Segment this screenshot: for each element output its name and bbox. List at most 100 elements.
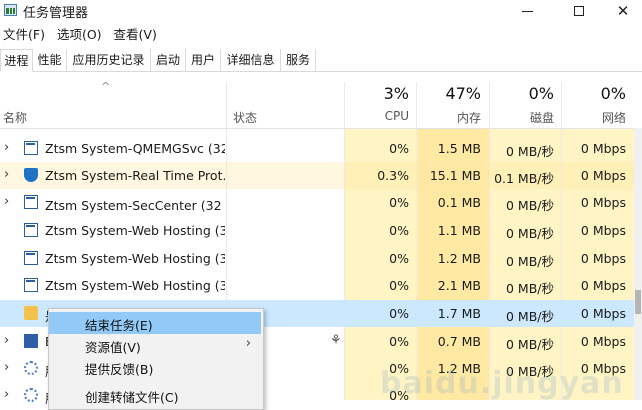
cpu-percent[interactable]: 3% (345, 84, 409, 103)
tab-performance[interactable]: 性能 (33, 49, 67, 71)
scrollbar-track[interactable] (634, 128, 642, 400)
folder-icon (24, 306, 38, 320)
process-name: Ztsm System-QMEMGSvc (32... (45, 141, 225, 156)
disk-value: 0 MB/秒 (506, 309, 554, 324)
memory-percent[interactable]: 47% (417, 84, 481, 103)
memory-value: 0.7 MB (437, 334, 481, 349)
context-menu-create-dump[interactable]: 创建转储文件(C) (49, 384, 261, 406)
process-row[interactable]: Ztsm System-Web Hosting (3... 0% 2.1 MB … (0, 272, 642, 299)
cpu-value: 0% (389, 251, 409, 266)
close-icon: ✕ (616, 2, 630, 20)
context-menu-label: 提供反馈(B) (85, 362, 154, 377)
network-value: 0 Mbps (580, 251, 626, 266)
cpu-value: 0% (389, 278, 409, 293)
expand-chevron-icon[interactable]: › (4, 140, 9, 155)
process-row[interactable]: › Ztsm System-Real Time Prot... 0.3% 15.… (0, 162, 642, 189)
cpu-value: 0% (389, 141, 409, 156)
tab-startup[interactable]: 启动 (151, 49, 186, 71)
network-value: 0 Mbps (580, 168, 626, 183)
disk-value: 0 MB/秒 (506, 337, 554, 352)
network-percent[interactable]: 0% (562, 84, 626, 103)
expand-chevron-icon[interactable]: › (4, 167, 9, 182)
memory-value: 1.1 MB (437, 223, 481, 238)
task-manager-app-icon (4, 4, 17, 16)
network-header[interactable]: 网络 (562, 109, 626, 126)
cpu-value: 0% (389, 223, 409, 238)
process-name: Ztsm System-Web Hosting (3... (45, 223, 225, 238)
cpu-value: 0% (389, 334, 409, 349)
context-menu-resource-values[interactable]: 资源值(V) › (49, 334, 261, 356)
column-name-header[interactable]: 名称 (3, 109, 27, 126)
minimize-button[interactable] (504, 0, 550, 22)
window-icon (24, 195, 38, 209)
network-value: 0 Mbps (580, 195, 626, 210)
menu-bar: 文件(F) 选项(O) 查看(V) (0, 24, 163, 46)
process-name: Ztsm System-SecCenter (32 位) (45, 198, 225, 213)
cpu-value: 0% (389, 306, 409, 321)
network-value: 0 Mbps (580, 334, 626, 349)
context-menu-label: 结束任务(E) (85, 318, 153, 333)
network-value: 0 Mbps (580, 278, 626, 293)
gear-icon (24, 361, 38, 375)
expand-chevron-icon[interactable]: › (4, 360, 9, 375)
network-value: 0 Mbps (580, 141, 626, 156)
watermark: baidu.jingyan (380, 366, 624, 401)
process-row[interactable]: › Ztsm System-SecCenter (32 位) 0% 0.1 MB… (0, 189, 642, 216)
menu-file[interactable]: 文件(F) (0, 24, 51, 46)
leaf-efficiency-icon: ⚘ (330, 333, 342, 348)
memory-value: 1.2 MB (437, 251, 481, 266)
play-icon (24, 334, 38, 348)
expand-chevron-icon[interactable]: › (4, 194, 9, 209)
menu-options[interactable]: 选项(O) (51, 24, 108, 46)
memory-value: 2.1 MB (437, 278, 481, 293)
memory-value: 15.1 MB (429, 168, 481, 183)
submenu-arrow-icon: › (245, 336, 251, 351)
close-button[interactable]: ✕ (600, 0, 642, 22)
window-icon (24, 251, 38, 265)
maximize-icon (574, 6, 584, 16)
process-row[interactable]: Ztsm System-Web Hosting (3... 0% 1.2 MB … (0, 245, 642, 272)
disk-percent[interactable]: 0% (490, 84, 554, 103)
scrollbar-thumb[interactable] (635, 290, 641, 314)
tab-users[interactable]: 用户 (186, 49, 221, 71)
context-menu-feedback[interactable]: 提供反馈(B) (49, 356, 261, 378)
process-row[interactable]: › Ztsm System-QMEMGSvc (32... 0% 1.5 MB … (0, 135, 642, 162)
context-menu-end-task[interactable]: 结束任务(E) (49, 312, 261, 334)
tab-bar: 进程 性能 应用历史记录 启动 用户 详细信息 服务 (0, 49, 642, 72)
tab-processes[interactable]: 进程 (0, 49, 33, 72)
tab-app-history[interactable]: 应用历史记录 (67, 49, 151, 71)
cpu-value: 0% (389, 195, 409, 210)
disk-value: 0 MB/秒 (506, 198, 554, 213)
memory-header[interactable]: 内存 (417, 109, 481, 126)
maximize-button[interactable] (556, 0, 602, 22)
disk-value: 0 MB/秒 (506, 226, 554, 241)
memory-value: 1.7 MB (437, 306, 481, 321)
cpu-value: 0.3% (377, 168, 409, 183)
process-row[interactable]: Ztsm System-Web Hosting (3... 0% 1.1 MB … (0, 217, 642, 244)
process-name: Ztsm System-Web Hosting (3... (45, 251, 225, 266)
expand-chevron-icon[interactable]: › (4, 333, 9, 348)
menu-view[interactable]: 查看(V) (108, 24, 163, 46)
disk-value: 0 MB/秒 (506, 144, 554, 159)
context-menu-label: 资源值(V) (85, 340, 141, 355)
minimize-icon (521, 10, 533, 12)
tab-details[interactable]: 详细信息 (221, 49, 281, 71)
cpu-header[interactable]: CPU (345, 109, 409, 123)
title-bar: 任务管理器 ✕ (0, 0, 642, 22)
context-menu: 结束任务(E) 资源值(V) › 提供反馈(B) 创建转储文件(C) (48, 308, 264, 410)
context-menu-label: 创建转储文件(C) (85, 390, 179, 405)
column-header: 名称 状态 3% CPU 47% 内存 0% 磁盘 0% 网络 (0, 80, 642, 129)
process-name: Ztsm System-Web Hosting (3... (45, 278, 225, 293)
memory-value: 0.1 MB (437, 195, 481, 210)
tab-services[interactable]: 服务 (281, 49, 316, 71)
disk-value: 0.1 MB/秒 (494, 171, 554, 186)
shield-icon (24, 168, 38, 182)
disk-value: 0 MB/秒 (506, 281, 554, 296)
window-icon (24, 278, 38, 292)
window-icon (24, 141, 38, 155)
network-value: 0 Mbps (580, 223, 626, 238)
window-title: 任务管理器 (23, 6, 89, 21)
column-status-header[interactable]: 状态 (233, 109, 257, 126)
disk-header[interactable]: 磁盘 (490, 109, 554, 126)
process-name: Ztsm System-Real Time Prot... (45, 168, 225, 183)
